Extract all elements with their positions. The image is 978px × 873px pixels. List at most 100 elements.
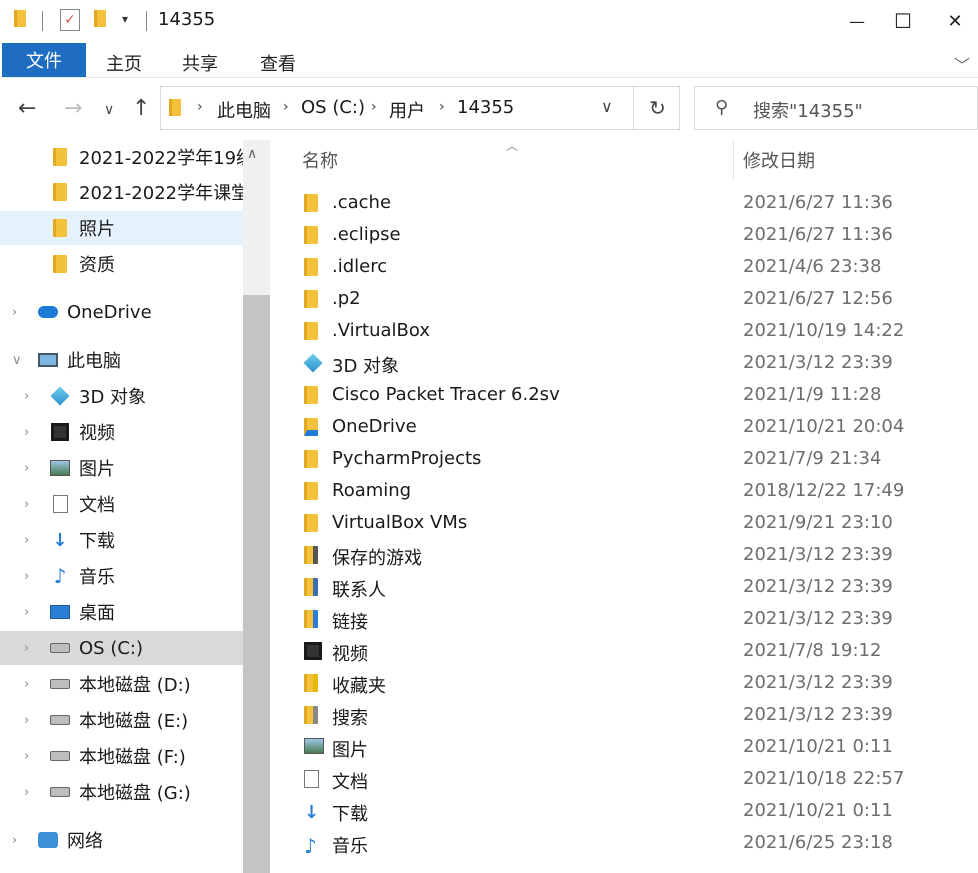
sidebar-item[interactable]: 2021-2022学年19级	[0, 140, 243, 174]
file-row[interactable]: VirtualBox VMs 2021/9/21 23:10	[298, 508, 978, 540]
file-row[interactable]: OneDrive 2021/10/21 20:04	[298, 412, 978, 444]
file-name: 保存的游戏	[332, 548, 422, 569]
video-icon	[304, 642, 324, 660]
file-name: 文档	[332, 772, 368, 793]
refresh-button[interactable]: ↻	[633, 87, 681, 129]
sidebar-item[interactable]: › 本地磁盘 (F:)	[0, 739, 243, 773]
sidebar-item-label: 文档	[79, 495, 115, 516]
sidebar-item[interactable]: › 视频	[0, 415, 243, 449]
tab-home[interactable]: 主页	[106, 50, 142, 76]
sidebar-item[interactable]: › 网络	[0, 823, 243, 857]
sidebar-item[interactable]: › 本地磁盘 (D:)	[0, 667, 243, 701]
sidebar-item[interactable]: › 桌面	[0, 595, 243, 629]
breadcrumb-this-pc[interactable]: 此电脑	[217, 97, 271, 123]
sidebar-item[interactable]: › 本地磁盘 (G:)	[0, 775, 243, 809]
file-name: PycharmProjects	[332, 448, 482, 469]
search-box[interactable]: ⚲ 搜索"14355"	[694, 86, 978, 130]
column-divider[interactable]	[733, 140, 734, 180]
sidebar-item[interactable]: › OS (C:)	[0, 631, 243, 665]
file-row[interactable]: 视频 2021/7/8 19:12	[298, 636, 978, 668]
column-header-modified[interactable]: 修改日期	[743, 140, 815, 180]
expand-ribbon-icon[interactable]: ﹀	[954, 52, 970, 76]
sidebar-item-label: 图片	[79, 459, 115, 480]
forward-button[interactable]: →	[64, 96, 82, 121]
file-row[interactable]: .eclipse 2021/6/27 11:36	[298, 220, 978, 252]
back-button[interactable]: ←	[18, 96, 36, 121]
chevron-right-icon[interactable]: ›	[24, 605, 29, 620]
sidebar-item[interactable]: 2021-2022学年课堂	[0, 175, 243, 209]
file-row[interactable]: ♪ 音乐 2021/6/25 23:18	[298, 828, 978, 860]
breadcrumb-current[interactable]: 14355	[457, 97, 514, 118]
chevron-right-icon[interactable]: ›	[12, 833, 17, 848]
file-row[interactable]: 3D 对象 2021/3/12 23:39	[298, 348, 978, 380]
customize-toolbar-icon[interactable]: ▾	[122, 12, 128, 26]
file-row[interactable]: .idlerc 2021/4/6 23:38	[298, 252, 978, 284]
chevron-right-icon[interactable]: ›	[24, 533, 29, 548]
breadcrumb-users[interactable]: 用户	[389, 97, 425, 123]
close-button[interactable]: ✕	[932, 0, 978, 42]
contacts-icon	[304, 578, 324, 596]
chevron-right-icon[interactable]: ›	[24, 425, 29, 440]
sidebar-item[interactable]: › 3D 对象	[0, 379, 243, 413]
chevron-down-icon[interactable]: ∨	[601, 97, 613, 116]
file-row[interactable]: 图片 2021/10/21 0:11	[298, 732, 978, 764]
file-row[interactable]: 联系人 2021/3/12 23:39	[298, 572, 978, 604]
file-row[interactable]: .VirtualBox 2021/10/19 14:22	[298, 316, 978, 348]
sort-ascending-icon: ︿	[506, 140, 519, 153]
recent-locations-button[interactable]: ∨	[104, 102, 114, 118]
folder-icon	[304, 450, 324, 468]
sidebar-item[interactable]: › 本地磁盘 (E:)	[0, 703, 243, 737]
column-header-name[interactable]: 名称	[302, 140, 338, 180]
chevron-right-icon[interactable]: ›	[24, 461, 29, 476]
address-bar[interactable]: › 此电脑 › OS (C:) › 用户 › 14355 ∨ ↻	[160, 86, 680, 130]
chevron-right-icon[interactable]: ›	[24, 713, 29, 728]
file-row[interactable]: 链接 2021/3/12 23:39	[298, 604, 978, 636]
chevron-right-icon[interactable]: ›	[24, 641, 29, 656]
scroll-up-icon[interactable]: ∧	[247, 146, 257, 162]
chevron-right-icon[interactable]: ›	[24, 389, 29, 404]
file-row[interactable]: 保存的游戏 2021/3/12 23:39	[298, 540, 978, 572]
sidebar-item[interactable]: › ↓ 下载	[0, 523, 243, 557]
chevron-down-icon[interactable]: ∨	[12, 353, 22, 368]
sidebar-item[interactable]: › ♪ 音乐	[0, 559, 243, 593]
tab-share[interactable]: 共享	[182, 50, 218, 76]
sidebar-item[interactable]: › 文档	[0, 487, 243, 521]
maximize-button[interactable]: ☐	[880, 0, 926, 42]
chevron-right-icon[interactable]: ›	[24, 497, 29, 512]
file-row[interactable]: ↓ 下载 2021/10/21 0:11	[298, 796, 978, 828]
chevron-right-icon[interactable]: ›	[12, 305, 17, 320]
up-button[interactable]: ↑	[132, 96, 150, 121]
file-row[interactable]: .p2 2021/6/27 12:56	[298, 284, 978, 316]
file-row[interactable]: .cache 2021/6/27 11:36	[298, 188, 978, 220]
scrollbar-thumb[interactable]	[243, 295, 270, 873]
breadcrumb-separator-icon[interactable]: ›	[197, 99, 203, 115]
tab-view[interactable]: 查看	[260, 50, 296, 76]
file-row[interactable]: Roaming 2018/12/22 17:49	[298, 476, 978, 508]
folder-icon	[50, 148, 70, 166]
sidebar-scrollbar[interactable]: ∧	[243, 140, 270, 873]
file-modified-date: 2021/6/25 23:18	[743, 832, 893, 853]
properties-icon[interactable]: ✓	[60, 9, 80, 31]
breadcrumb-separator-icon[interactable]: ›	[283, 99, 289, 115]
file-row[interactable]: Cisco Packet Tracer 6.2sv 2021/1/9 11:28	[298, 380, 978, 412]
new-folder-icon[interactable]	[94, 10, 106, 27]
breadcrumb-separator-icon[interactable]: ›	[371, 99, 377, 115]
chevron-right-icon[interactable]: ›	[24, 569, 29, 584]
search-input[interactable]: 搜索"14355"	[753, 97, 863, 123]
sidebar-item[interactable]: › OneDrive	[0, 295, 243, 329]
minimize-button[interactable]: —	[834, 0, 880, 42]
file-row[interactable]: 文档 2021/10/18 22:57	[298, 764, 978, 796]
sidebar-item[interactable]: ∨ 此电脑	[0, 343, 243, 377]
breadcrumb-separator-icon[interactable]: ›	[439, 99, 445, 115]
chevron-right-icon[interactable]: ›	[24, 677, 29, 692]
chevron-right-icon[interactable]: ›	[24, 749, 29, 764]
sidebar-item[interactable]: 资质	[0, 247, 243, 281]
tab-file[interactable]: 文件	[2, 43, 86, 77]
file-row[interactable]: PycharmProjects 2021/7/9 21:34	[298, 444, 978, 476]
file-row[interactable]: 收藏夹 2021/3/12 23:39	[298, 668, 978, 700]
chevron-right-icon[interactable]: ›	[24, 785, 29, 800]
breadcrumb-drive-c[interactable]: OS (C:)	[301, 97, 365, 118]
sidebar-item[interactable]: › 图片	[0, 451, 243, 485]
file-row[interactable]: 搜索 2021/3/12 23:39	[298, 700, 978, 732]
sidebar-item[interactable]: 照片	[0, 211, 243, 245]
